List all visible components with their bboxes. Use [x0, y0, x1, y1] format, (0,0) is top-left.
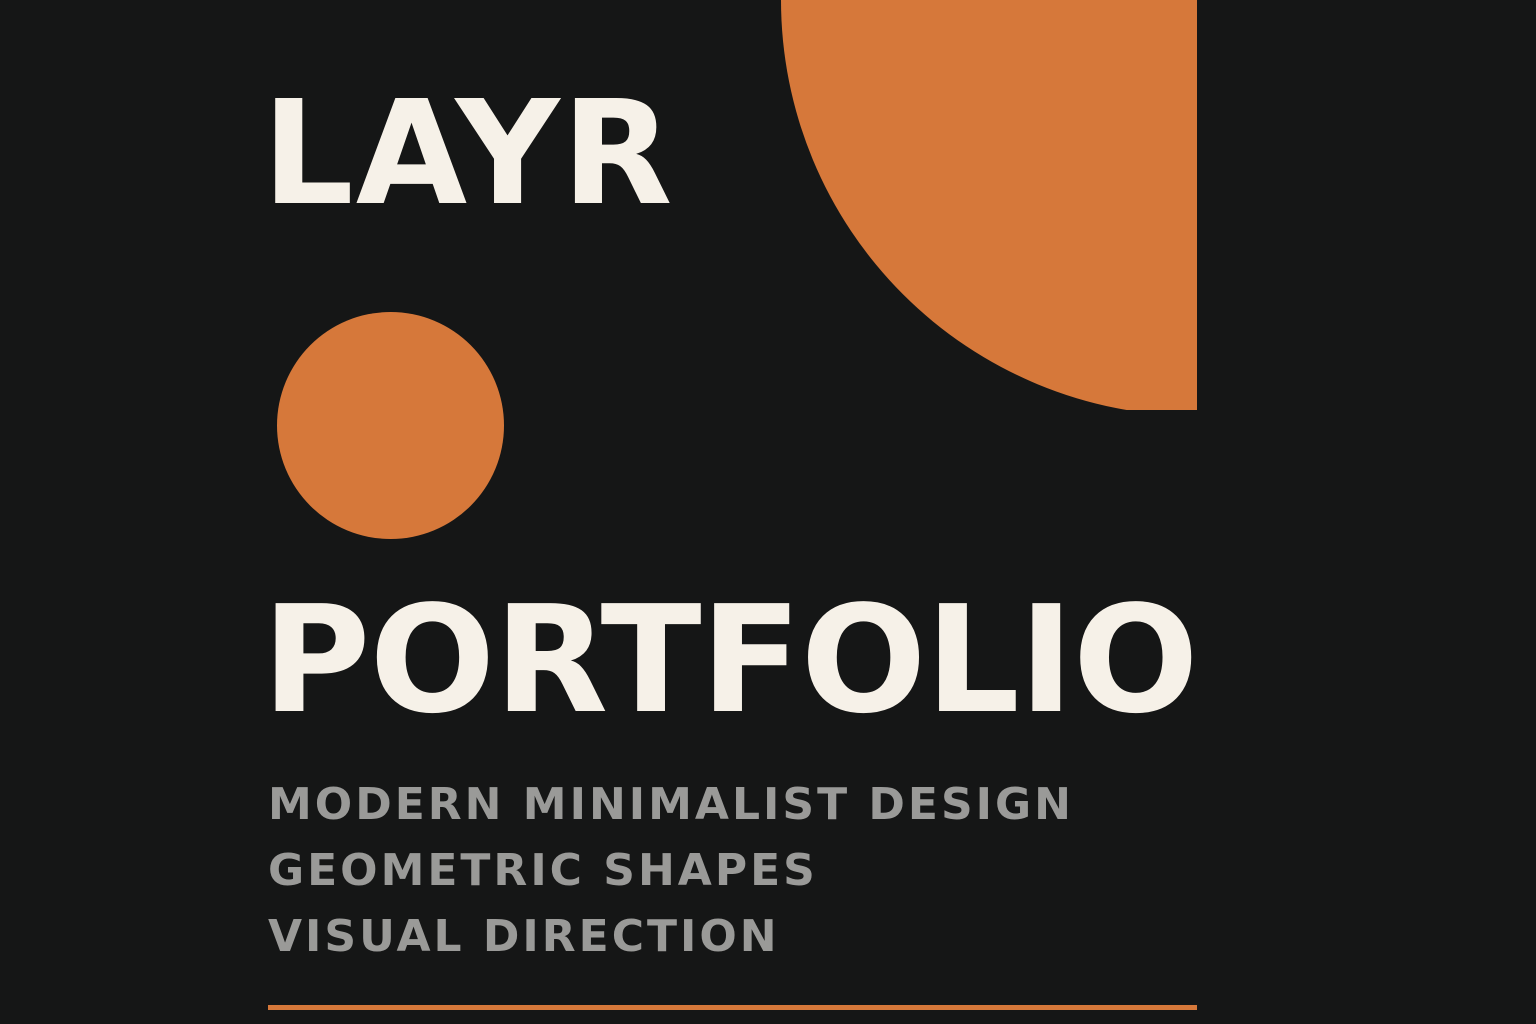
orange-circle-shape [277, 312, 504, 539]
tagline-item: VISUAL DIRECTION [268, 911, 780, 962]
portfolio-title: PORTFOLIO [262, 574, 1199, 746]
portfolio-cover: LAYR PORTFOLIO MODERN MINIMALIST DESIGN … [0, 0, 1536, 1024]
brand-logo-text: LAYR [262, 69, 675, 237]
tagline-list: MODERN MINIMALIST DESIGN GEOMETRIC SHAPE… [268, 772, 1074, 970]
accent-divider [268, 1005, 1197, 1010]
quarter-circle-shape-container [781, 0, 1197, 410]
tagline-item: GEOMETRIC SHAPES [268, 845, 818, 896]
quarter-circle-shape [781, 0, 1197, 410]
tagline-item: MODERN MINIMALIST DESIGN [268, 779, 1074, 830]
